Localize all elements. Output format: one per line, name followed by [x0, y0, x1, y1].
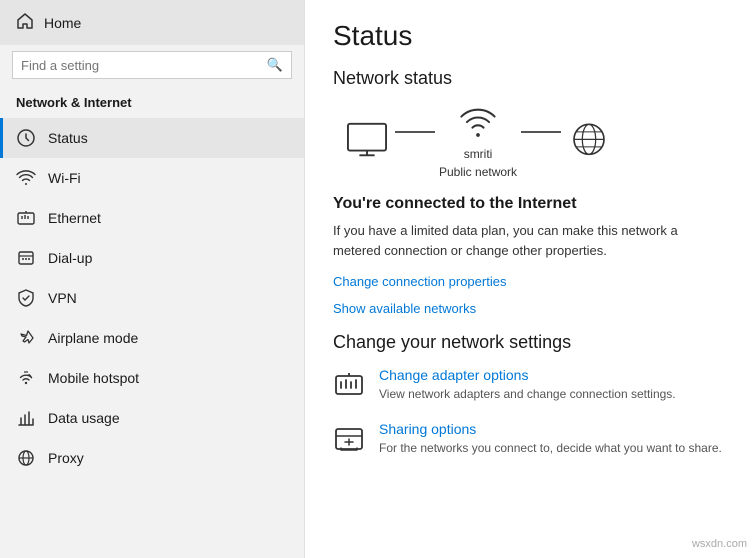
computer-icon-container: [343, 121, 391, 161]
adapter-title: Change adapter options: [379, 367, 676, 383]
sidebar-item-label-dialup: Dial-up: [48, 250, 92, 266]
sidebar-item-label-vpn: VPN: [48, 290, 77, 306]
page-title: Status: [333, 20, 727, 52]
wifi-nav-icon: [16, 168, 36, 188]
sharing-icon: [333, 423, 365, 455]
vpn-icon: [16, 288, 36, 308]
sidebar-item-proxy[interactable]: Proxy: [0, 438, 304, 478]
line2: [521, 131, 561, 133]
status-icon: [16, 128, 36, 148]
monitor-icon: [343, 121, 391, 161]
sidebar-item-status[interactable]: Status: [0, 118, 304, 158]
home-icon: [16, 12, 34, 33]
airplane-icon: [16, 328, 36, 348]
description-text: If you have a limited data plan, you can…: [333, 221, 727, 260]
search-container: 🔍: [12, 51, 292, 79]
hotspot-icon: [16, 368, 36, 388]
sidebar: Home 🔍 Network & Internet Status Wi-Fi: [0, 0, 305, 558]
sidebar-item-label-datausage: Data usage: [48, 410, 120, 426]
sharing-text-container: Sharing options For the networks you con…: [379, 421, 722, 457]
adapter-options-item[interactable]: Change adapter options View network adap…: [333, 367, 727, 403]
sidebar-item-label-airplane: Airplane mode: [48, 330, 138, 346]
sidebar-item-ethernet[interactable]: Ethernet: [0, 198, 304, 238]
sidebar-item-label-status: Status: [48, 130, 88, 146]
sharing-options-item[interactable]: Sharing options For the networks you con…: [333, 421, 727, 457]
sidebar-item-label-ethernet: Ethernet: [48, 210, 101, 226]
network-name-label: smriti: [464, 147, 493, 161]
change-connection-link[interactable]: Change connection properties: [333, 274, 727, 289]
network-status-heading: Network status: [333, 68, 727, 89]
router-icon-container: smriti Public network: [439, 103, 517, 179]
sidebar-item-label-hotspot: Mobile hotspot: [48, 370, 139, 386]
globe-icon: [565, 121, 613, 161]
dialup-icon: [16, 248, 36, 268]
sidebar-item-datausage[interactable]: Data usage: [0, 398, 304, 438]
adapter-icon: [333, 369, 365, 401]
search-input[interactable]: [21, 58, 267, 73]
ethernet-icon: [16, 208, 36, 228]
proxy-icon: [16, 448, 36, 468]
router-wifi-icon: [454, 103, 502, 143]
watermark: wsxdn.com: [692, 538, 747, 550]
network-type-label: Public network: [439, 165, 517, 179]
change-heading: Change your network settings: [333, 332, 727, 353]
sidebar-item-wifi[interactable]: Wi-Fi: [0, 158, 304, 198]
line1: [395, 131, 435, 133]
show-networks-link[interactable]: Show available networks: [333, 301, 727, 316]
adapter-text-container: Change adapter options View network adap…: [379, 367, 676, 403]
network-diagram: smriti Public network: [333, 103, 727, 179]
sidebar-home-label: Home: [44, 15, 81, 31]
sidebar-section-title: Network & Internet: [0, 89, 304, 118]
sharing-title: Sharing options: [379, 421, 722, 437]
sidebar-item-label-wifi: Wi-Fi: [48, 170, 81, 186]
sidebar-item-airplane[interactable]: Airplane mode: [0, 318, 304, 358]
sharing-desc: For the networks you connect to, decide …: [379, 440, 722, 457]
search-icon[interactable]: 🔍: [267, 57, 283, 73]
datausage-icon: [16, 408, 36, 428]
sidebar-item-label-proxy: Proxy: [48, 450, 84, 466]
globe-icon-container: [565, 121, 613, 161]
adapter-desc: View network adapters and change connect…: [379, 386, 676, 403]
sidebar-home[interactable]: Home: [0, 0, 304, 45]
main-content: Status Network status smriti Public netw…: [305, 0, 755, 558]
connected-text: You're connected to the Internet: [333, 195, 727, 213]
sidebar-item-hotspot[interactable]: Mobile hotspot: [0, 358, 304, 398]
sidebar-item-dialup[interactable]: Dial-up: [0, 238, 304, 278]
sidebar-item-vpn[interactable]: VPN: [0, 278, 304, 318]
